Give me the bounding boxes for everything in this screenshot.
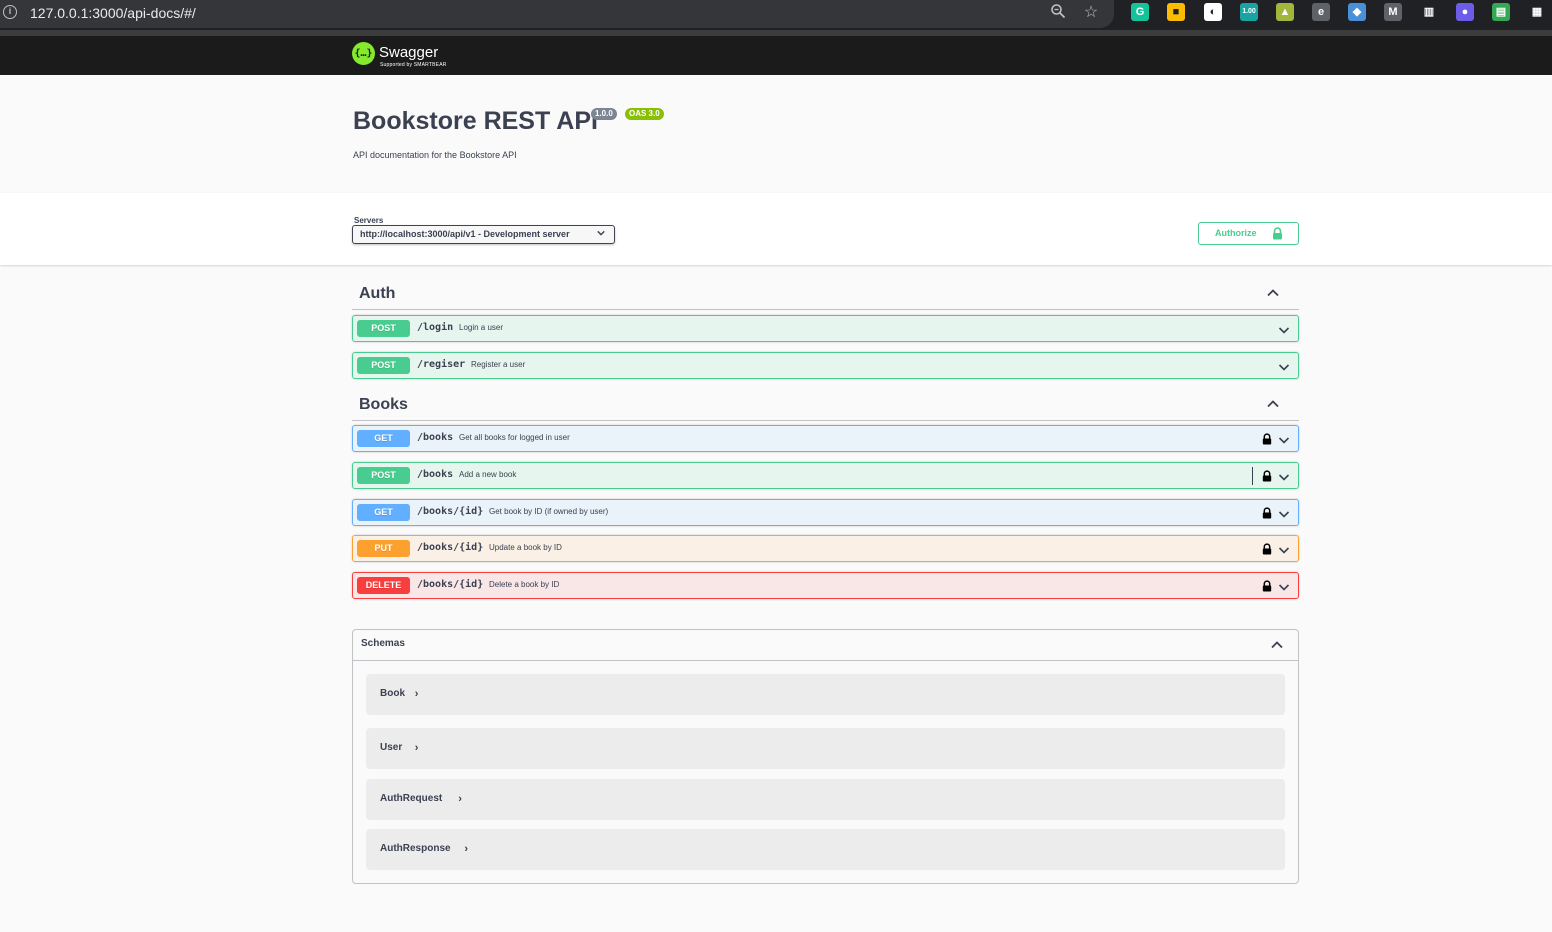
e-ext-icon[interactable]: e — [1312, 3, 1330, 21]
operation-delete-booksid[interactable]: DELETE/books/{id} Delete a book by ID — [352, 572, 1299, 599]
tag-auth[interactable]: Auth — [352, 276, 1299, 310]
bookmark-star-icon[interactable]: ☆ — [1081, 3, 1101, 23]
grammarly-icon[interactable]: G — [1131, 3, 1149, 21]
authorize-label: Authorize — [1215, 228, 1257, 238]
operation-get-books[interactable]: GET/books Get all books for logged in use… — [352, 425, 1299, 452]
site-info-icon[interactable]: i — [3, 5, 17, 19]
api-title: Bookstore REST API — [353, 107, 598, 135]
lock-icon[interactable] — [1262, 579, 1272, 597]
operation-path: /login — [417, 322, 454, 333]
chevron-down-icon[interactable] — [1278, 323, 1290, 341]
chevron-down-icon — [597, 229, 605, 239]
divider — [1252, 467, 1253, 485]
servers-select[interactable]: http://localhost:3000/api/v1 - Developme… — [352, 225, 615, 244]
method-badge: POST — [357, 320, 410, 337]
chevron-down-icon[interactable] — [1278, 580, 1290, 598]
servers-selected-value: http://localhost:3000/api/v1 - Developme… — [360, 229, 570, 239]
robot-ext-icon[interactable]: ● — [1456, 3, 1474, 21]
chevron-down-icon[interactable] — [1278, 507, 1290, 525]
columns-ext-icon[interactable]: ▥ — [1420, 3, 1438, 21]
operation-summary: Get book by ID (if owned by user) — [489, 507, 609, 516]
version-badge: 1.0.0 — [591, 108, 617, 120]
operation-summary: Add a new book — [459, 470, 517, 479]
api-description: API documentation for the Bookstore API — [353, 150, 517, 160]
shield-ext-icon[interactable]: ◆ — [1348, 3, 1366, 21]
unlocked-lock-icon — [1272, 227, 1283, 242]
url-text[interactable]: 127.0.0.1:3000/api-docs/#/ — [30, 5, 196, 21]
chevron-right-icon: › — [464, 843, 469, 855]
model-authrequest[interactable]: AuthRequest › — [366, 779, 1285, 820]
method-badge: GET — [357, 504, 410, 521]
api-info: Bookstore REST API 1.0.0 OAS 3.0 API doc… — [0, 75, 1552, 193]
m-ext-icon[interactable]: M — [1384, 3, 1402, 21]
image-ext-icon[interactable]: ▲ — [1276, 3, 1294, 21]
counter-ext-icon[interactable]: 1.00 — [1240, 3, 1258, 21]
oas-badge: OAS 3.0 — [625, 108, 664, 120]
operation-summary: Delete a book by ID — [489, 580, 560, 589]
method-badge: POST — [357, 357, 410, 374]
lock-icon[interactable] — [1262, 469, 1272, 487]
chevron-right-icon: › — [458, 793, 462, 805]
authorize-button[interactable]: Authorize — [1198, 222, 1299, 245]
operation-summary: Register a user — [471, 360, 526, 369]
chevron-up-icon — [1266, 286, 1280, 300]
chevron-up-icon — [1266, 397, 1280, 411]
qr-ext-icon[interactable]: ▦ — [1528, 3, 1546, 21]
operation-path: /books/{id} — [417, 542, 484, 553]
model-book[interactable]: Book › — [366, 674, 1285, 715]
chevron-down-icon[interactable] — [1278, 543, 1290, 561]
model-name: Book — [380, 688, 405, 699]
swagger-logo-text[interactable]: Swagger — [379, 44, 438, 61]
tag-title: Books — [359, 396, 408, 413]
model-name: AuthRequest — [380, 793, 443, 804]
tag-title: Auth — [359, 285, 396, 302]
operation-post-login[interactable]: POST/login Login a user — [352, 315, 1299, 342]
browser-chrome: i 127.0.0.1:3000/api-docs/#/ ☆ G ■ ◐ 1.00 ▲ e… — [0, 0, 1552, 36]
keep-icon[interactable]: ■ — [1167, 3, 1185, 21]
operation-put-booksid[interactable]: PUT/books/{id} Update a book by ID — [352, 535, 1299, 562]
model-name: User — [380, 742, 403, 753]
operation-summary: Update a book by ID — [489, 543, 562, 552]
swagger-logo-subtext: Supported by SMARTBEAR — [380, 62, 447, 68]
swagger-topbar: {…} Swagger Supported by SMARTBEAR — [0, 36, 1552, 75]
operation-path: /books/{id} — [417, 506, 484, 517]
chevron-right-icon: › — [414, 742, 419, 754]
operation-path: /books — [417, 469, 454, 480]
operation-path: /regiser — [417, 359, 466, 370]
method-badge: DELETE — [357, 577, 410, 594]
model-authresponse[interactable]: AuthResponse › — [366, 829, 1285, 870]
method-badge: PUT — [357, 540, 410, 557]
operation-post-regiser[interactable]: POST/regiser Register a user — [352, 352, 1299, 379]
operation-path: /books — [417, 432, 454, 443]
model-user[interactable]: User › — [366, 728, 1285, 769]
method-badge: GET — [357, 430, 410, 447]
address-bar[interactable]: i 127.0.0.1:3000/api-docs/#/ ☆ — [0, 0, 1114, 28]
tag-books[interactable]: Books — [352, 387, 1299, 421]
operation-summary: Login a user — [459, 323, 504, 332]
schemas-section: Schemas Book › User › AuthRequest › AuthRespon… — [352, 629, 1299, 884]
doc-ext-icon[interactable]: ▤ — [1492, 3, 1510, 21]
operation-summary: Get all books for logged in user — [459, 433, 570, 442]
circle-ext-icon[interactable]: ◐ — [1204, 3, 1222, 21]
chevron-down-icon[interactable] — [1278, 433, 1290, 451]
model-name: AuthResponse — [380, 843, 451, 854]
chevron-down-icon[interactable] — [1278, 360, 1290, 378]
lock-icon[interactable] — [1262, 542, 1272, 560]
operation-post-books[interactable]: POST/books Add a new book — [352, 462, 1299, 489]
scheme-container: Servers http://localhost:3000/api/v1 - D… — [0, 193, 1552, 265]
zoom-icon[interactable] — [1048, 3, 1068, 23]
method-badge: POST — [357, 467, 410, 484]
schemas-title: Schemas — [361, 638, 405, 649]
chevron-right-icon: › — [414, 688, 419, 700]
chevron-down-icon[interactable] — [1278, 470, 1290, 488]
schemas-header[interactable]: Schemas — [353, 630, 1298, 661]
servers-label: Servers — [354, 216, 384, 225]
chevron-up-icon — [1270, 638, 1284, 657]
operation-path: /books/{id} — [417, 579, 484, 590]
operation-get-booksid[interactable]: GET/books/{id} Get book by ID (if owned b… — [352, 499, 1299, 526]
swagger-logo-icon[interactable]: {…} — [352, 42, 375, 65]
lock-icon[interactable] — [1262, 432, 1272, 450]
lock-icon[interactable] — [1262, 506, 1272, 524]
